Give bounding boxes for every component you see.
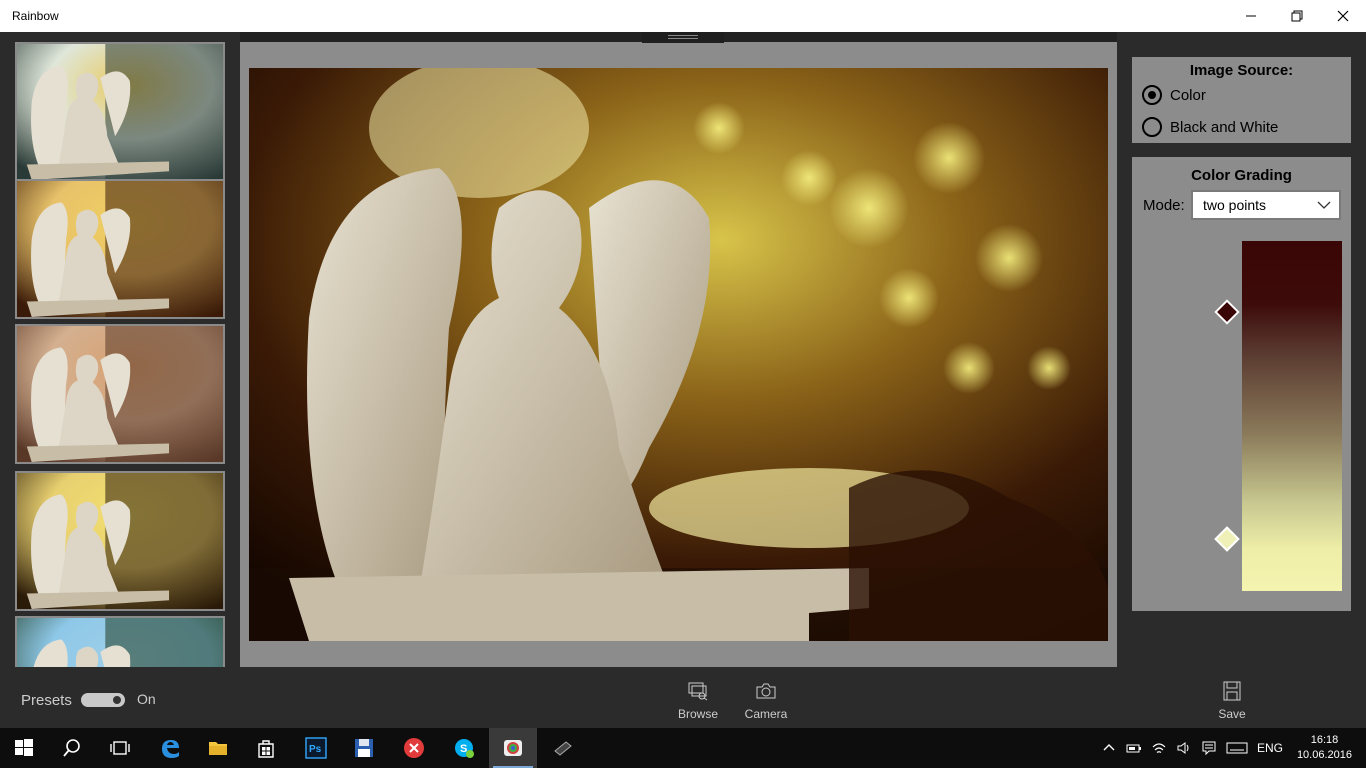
start-button[interactable] [0,728,48,768]
taskbar-store[interactable] [242,728,290,768]
svg-text:Ps: Ps [309,744,322,755]
grading-gradient-bar [1242,241,1342,591]
mode-dropdown-value: two points [1203,197,1267,213]
volume-icon[interactable] [1176,740,1192,756]
taskbar-save-app[interactable] [340,728,388,768]
app-title: Rainbow [12,9,59,23]
image-source-title: Image Source: [1189,62,1294,79]
angel-statue-photo [249,68,1108,641]
search-icon [63,739,80,757]
radio-bw-label: Black and White [1170,118,1279,136]
taskbar-usb-drive[interactable] [539,728,587,768]
main-photo-preview [249,68,1108,641]
taskbar-file-explorer[interactable] [194,728,242,768]
taskbar-close-app[interactable] [390,728,438,768]
start-icon [15,739,33,756]
store-icon [258,740,274,758]
presets-toggle-state: On [137,691,156,707]
search-button[interactable] [48,728,96,768]
title-bar: Rainbow [0,0,1366,32]
minimize-button[interactable] [1228,0,1274,32]
radio-color-label: Color [1170,86,1206,104]
preset-thumbnail[interactable] [15,324,225,464]
mode-dropdown[interactable]: two points [1191,190,1341,220]
clock[interactable]: 16:18 10.06.2016 [1297,733,1352,763]
close-app-icon [404,738,424,758]
minimize-icon [1246,15,1256,17]
save-button[interactable]: Save [1202,681,1262,721]
close-button[interactable] [1320,0,1366,32]
system-tray: ENG [1101,728,1283,768]
action-center-icon[interactable] [1201,740,1217,756]
color-grading-panel: Color Grading Mode: two points [1132,157,1351,611]
close-icon [1337,10,1349,22]
taskbar-edge[interactable] [146,728,194,768]
radio-color-indicator [1142,85,1162,105]
radio-black-and-white[interactable]: Black and White [1142,117,1278,137]
task-view-icon [110,741,130,755]
preset-thumbnail-image [17,181,223,317]
preset-thumbnail[interactable] [15,471,225,611]
camera-icon [756,683,776,699]
restore-icon [1291,10,1303,22]
preset-thumbnail-image [17,44,223,180]
wifi-icon[interactable] [1151,740,1167,756]
skype-icon: S [455,739,474,758]
grading-point-bottom-handle[interactable] [1214,526,1240,552]
taskbar-photoshop[interactable]: Ps [292,728,340,768]
grading-point-top-handle[interactable] [1214,299,1240,325]
clock-date: 10.06.2016 [1296,749,1352,761]
mode-label: Mode: [1143,197,1185,214]
usb-drive-icon [554,741,572,756]
file-explorer-icon [209,742,227,755]
camera-label: Camera [744,707,788,721]
restore-button[interactable] [1274,0,1320,32]
radio-bw-indicator [1142,117,1162,137]
browse-button[interactable]: Browse [668,681,728,721]
photoshop-icon: Ps [305,737,327,759]
task-view-button[interactable] [96,728,144,768]
camera-button[interactable]: Camera [736,681,796,721]
taskbar-rainbow-app[interactable] [489,728,537,768]
save-icon [1223,681,1241,701]
bottom-app-bar: Presets On Browse Camera Save [0,667,1366,728]
battery-icon[interactable] [1126,740,1142,756]
chevron-up-icon[interactable] [1101,740,1117,756]
preset-thumbnail-image [17,326,223,462]
app-window: Rainbow Image Source: Color Black and Wh… [0,0,1366,768]
browse-label: Browse [677,707,718,721]
preset-thumbnail[interactable] [15,616,225,667]
color-grading-title: Color Grading [1191,167,1292,184]
browse-icon [688,682,708,701]
rainbow-app-icon [504,740,522,756]
presets-label: Presets [21,692,72,709]
preset-thumbnail[interactable] [15,179,225,319]
edge-icon [162,740,179,758]
save-label: Save [1218,707,1246,721]
presets-toggle[interactable] [81,693,125,707]
radio-color[interactable]: Color [1142,85,1206,105]
preset-thumbnail-image [17,473,223,609]
windows-taskbar: Ps S ENG 16:18 10.06.2016 [0,728,1366,768]
presets-strip[interactable] [0,32,240,667]
clock-time: 16:18 [1310,734,1339,746]
preset-thumbnail-image [17,618,223,667]
save-disk-icon [355,739,373,757]
chevron-down-icon [1317,201,1331,209]
preset-thumbnail[interactable] [15,42,225,182]
taskbar-skype[interactable]: S [440,728,488,768]
image-source-panel: Image Source: Color Black and White [1132,57,1351,143]
keyboard-icon[interactable] [1226,740,1248,756]
language-indicator[interactable]: ENG [1257,741,1283,755]
panel-grip-handle[interactable] [642,32,724,43]
